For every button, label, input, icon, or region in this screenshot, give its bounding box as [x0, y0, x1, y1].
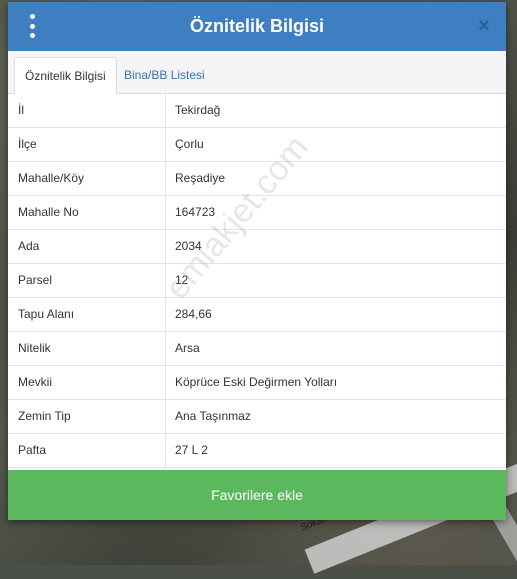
row-value: Çorlu: [175, 137, 204, 151]
table-row: Nitelik Arsa: [8, 332, 506, 366]
row-key: Parsel: [8, 264, 166, 297]
row-value: Köprüce Eski Değirmen Yolları: [175, 375, 338, 389]
row-value: 27 L 2: [175, 443, 208, 457]
table-row: Zemin Tip Ana Taşınmaz: [8, 400, 506, 434]
row-value: 164723: [175, 205, 216, 219]
table-row: Mevkii Köprüce Eski Değirmen Yolları: [8, 366, 506, 400]
row-value: 12: [175, 273, 189, 287]
row-value: 2034: [175, 239, 202, 253]
table-row: İl Tekirdağ: [8, 94, 506, 128]
add-to-favorites-button[interactable]: Favorilere ekle: [8, 470, 506, 520]
tab-building-list[interactable]: Bina/BB Listesi: [114, 57, 215, 93]
row-value: 284,66: [175, 307, 212, 321]
tab-attribute-info[interactable]: Öznitelik Bilgisi: [14, 57, 117, 94]
dialog-header: Öznitelik Bilgisi ×: [8, 2, 506, 51]
row-value: Tekirdağ: [175, 103, 221, 117]
table-row: Pafta 27 L 2: [8, 434, 506, 468]
row-key: Mevkii: [8, 366, 166, 399]
row-value: Arsa: [175, 341, 200, 355]
row-key: Mahalle/Köy: [8, 162, 166, 195]
dialog-title: Öznitelik Bilgisi: [189, 16, 325, 36]
row-key: Zemin Tip: [8, 400, 166, 433]
tab-bar: Öznitelik Bilgisi Bina/BB Listesi: [8, 51, 506, 94]
row-key: Tapu Alanı: [8, 298, 166, 331]
close-icon[interactable]: ×: [474, 14, 494, 38]
row-key: Mahalle No: [8, 196, 166, 229]
row-key: İl: [8, 94, 166, 127]
row-value: Ana Taşınmaz: [175, 409, 251, 423]
attribute-table: İl Tekirdağ İlçe Çorlu Mahalle/Köy Reşad…: [8, 94, 506, 468]
row-key: Ada: [8, 230, 166, 263]
row-key: Nitelik: [8, 332, 166, 365]
table-row: Ada 2034: [8, 230, 506, 264]
table-row: Mahalle/Köy Reşadiye: [8, 162, 506, 196]
more-vertical-icon[interactable]: [26, 14, 38, 38]
table-row: Parsel 12: [8, 264, 506, 298]
attribute-info-dialog: Öznitelik Bilgisi × Öznitelik Bilgisi Bi…: [8, 2, 506, 520]
table-row: Mahalle No 164723: [8, 196, 506, 230]
table-row: Tapu Alanı 284,66: [8, 298, 506, 332]
row-value: Reşadiye: [175, 171, 226, 185]
row-key: İlçe: [8, 128, 166, 161]
row-key: Pafta: [8, 434, 166, 467]
table-row: İlçe Çorlu: [8, 128, 506, 162]
